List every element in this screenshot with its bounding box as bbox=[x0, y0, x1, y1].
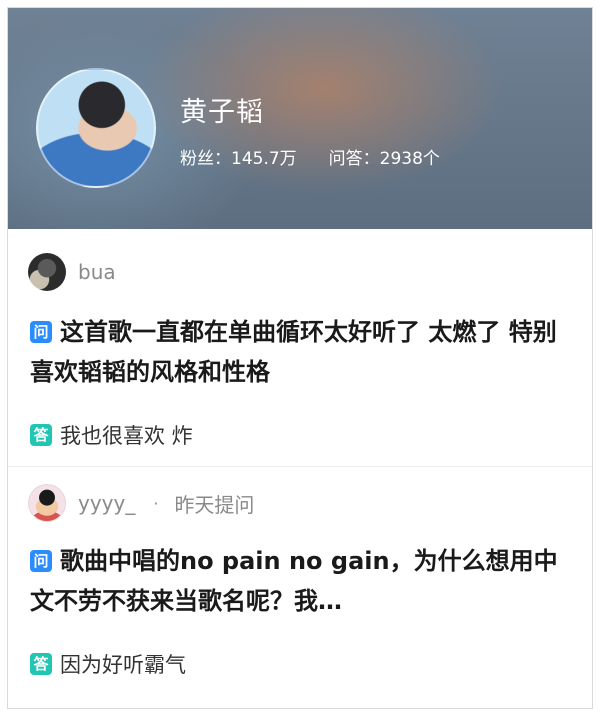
post-2-question[interactable]: 问歌曲中唱的no pain no gain，为什么想用中文不劳不获来当歌名呢？我… bbox=[30, 541, 574, 621]
answer-badge-icon: 答 bbox=[30, 424, 52, 446]
user-avatar[interactable] bbox=[28, 253, 66, 291]
post-2-user-row: yyyy_ · 昨天提问 bbox=[28, 483, 254, 523]
answer-badge-icon: 答 bbox=[30, 653, 52, 675]
star-avatar[interactable] bbox=[36, 68, 156, 188]
post-2-answer[interactable]: 答因为好听霸气 bbox=[30, 650, 574, 680]
profile-stats: 粉丝：145.7万 问答：2938个 bbox=[180, 144, 440, 169]
post-1-user-row: bua bbox=[28, 252, 116, 292]
user-avatar[interactable] bbox=[28, 484, 66, 522]
username[interactable]: yyyy_ bbox=[78, 491, 135, 515]
qa-count: 问答：2938个 bbox=[328, 149, 440, 169]
asked-time: 昨天提问 bbox=[174, 492, 255, 517]
username[interactable]: bua bbox=[78, 260, 116, 284]
question-badge-icon: 问 bbox=[30, 550, 52, 572]
answer-text: 因为好听霸气 bbox=[60, 653, 186, 677]
post-1-question[interactable]: 问这首歌一直都在单曲循环太好听了 太燃了 特别喜欢韬韬的风格和性格 bbox=[30, 312, 574, 392]
star-name[interactable]: 黄子韬 bbox=[180, 90, 264, 129]
question-text: 这首歌一直都在单曲循环太好听了 太燃了 特别喜欢韬韬的风格和性格 bbox=[30, 318, 557, 386]
fans-count: 粉丝：145.7万 bbox=[180, 149, 297, 169]
question-text: 歌曲中唱的no pain no gain，为什么想用中文不劳不获来当歌名呢？我… bbox=[30, 547, 558, 615]
divider bbox=[8, 466, 592, 467]
question-badge-icon: 问 bbox=[30, 321, 52, 343]
qa-card: 黄子韬 粉丝：145.7万 问答：2938个 bua 问这首歌一直都在单曲循环太好… bbox=[7, 7, 593, 709]
answer-text: 我也很喜欢 炸 bbox=[60, 424, 193, 448]
separator-dot: · bbox=[153, 493, 159, 513]
profile-header: 黄子韬 粉丝：145.7万 问答：2938个 bbox=[8, 8, 592, 229]
post-1-answer[interactable]: 答我也很喜欢 炸 bbox=[30, 421, 574, 451]
